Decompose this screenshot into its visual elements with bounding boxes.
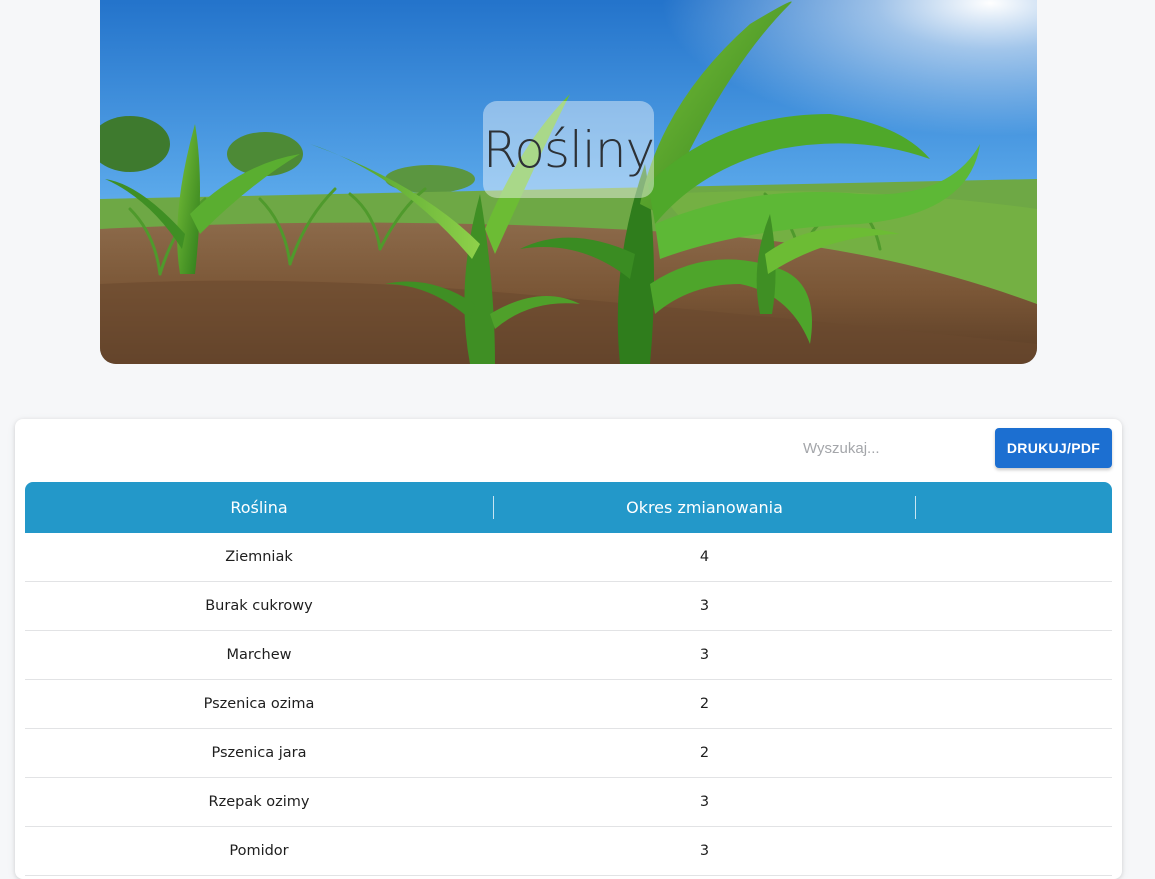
table-row[interactable]: Rzepak ozimy 3 [25,778,1112,827]
cell-period: 2 [699,745,710,761]
table-body: Ziemniak 4 Burak cukrowy 3 Marchew 3 Psz… [25,533,1112,876]
cell-plant: Pszenica jara [211,745,307,761]
cell-period: 4 [699,549,710,565]
table-row[interactable]: Pszenica jara 2 [25,729,1112,778]
hero-banner: Rośliny [100,0,1037,364]
column-header-rotation-period[interactable]: Okres zmianowania [494,482,915,533]
cell-plant: Burak cukrowy [205,598,313,614]
print-pdf-button[interactable]: DRUKUJ/PDF [995,428,1112,468]
cell-plant: Rzepak ozimy [208,794,310,810]
column-header-plant[interactable]: Roślina [25,482,493,533]
cell-period: 3 [699,843,710,859]
column-resize-handle[interactable] [493,496,494,519]
cell-plant: Ziemniak [225,549,293,565]
cell-plant: Pomidor [229,843,289,859]
table-row[interactable]: Marchew 3 [25,631,1112,680]
cell-period: 3 [699,598,710,614]
column-header-empty [916,482,1112,533]
plants-table: Roślina Okres zmianowania Ziemniak 4 Bur… [25,482,1112,876]
column-resize-handle[interactable] [915,496,916,519]
plants-card: DRUKUJ/PDF Roślina Okres zmianowania Zie… [15,419,1122,879]
hero-title-box: Rośliny [482,101,655,198]
table-row[interactable]: Pomidor 3 [25,827,1112,876]
table-header: Roślina Okres zmianowania [25,482,1112,533]
cell-plant: Pszenica ozima [203,696,315,712]
table-row[interactable]: Burak cukrowy 3 [25,582,1112,631]
cell-plant: Marchew [226,647,292,663]
table-toolbar: DRUKUJ/PDF [15,419,1122,479]
cell-period: 2 [699,696,710,712]
table-row[interactable]: Pszenica ozima 2 [25,680,1112,729]
cell-period: 3 [699,794,710,810]
search-input[interactable] [797,431,977,465]
page-title: Rośliny [482,120,655,179]
cell-period: 3 [699,647,710,663]
table-row[interactable]: Ziemniak 4 [25,533,1112,582]
